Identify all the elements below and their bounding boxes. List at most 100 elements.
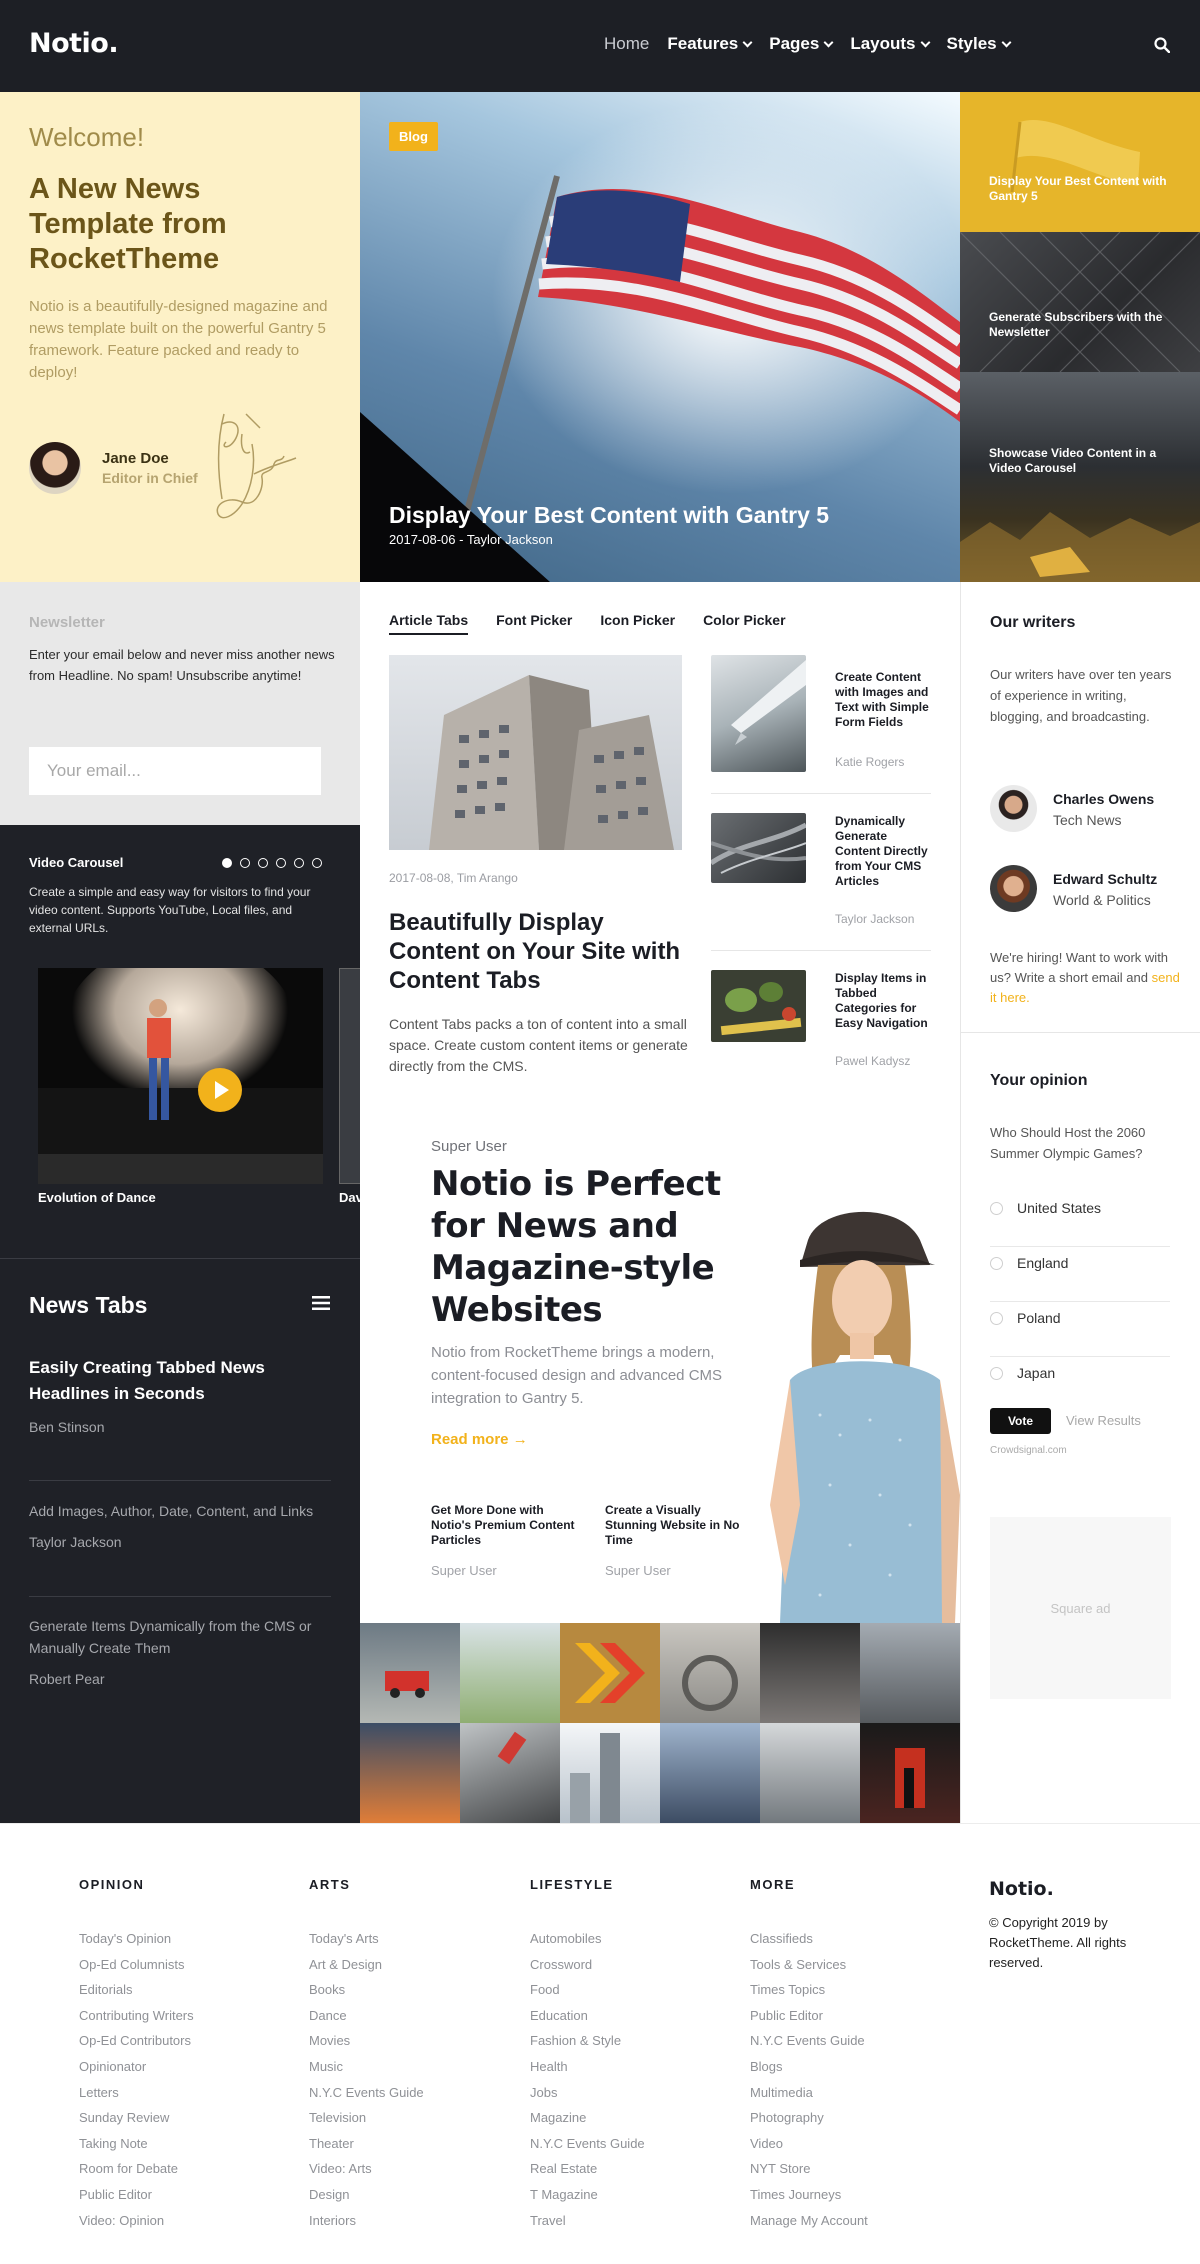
article-list-title[interactable]: Dynamically Generate Content Directly fr… [835,814,935,889]
tab-article-tabs[interactable]: Article Tabs [389,612,469,635]
gallery-photo[interactable] [860,1623,960,1723]
footer-link[interactable]: Letters [79,2084,194,2110]
footer-link[interactable]: Public Editor [79,2186,194,2212]
footer-link[interactable]: Video: Arts [309,2160,424,2186]
footer-link[interactable]: T Magazine [530,2186,645,2212]
footer-link[interactable]: Theater [309,2135,424,2161]
footer-link[interactable]: Today's Arts [309,1930,424,1956]
gallery-photo[interactable] [760,1623,860,1723]
site-logo[interactable]: Notio. [29,28,119,59]
article-list-title[interactable]: Create Content with Images and Text with… [835,670,935,730]
news-tab-item[interactable]: Add Images, Author, Date, Content, and L… [29,1500,329,1550]
footer-link[interactable]: N.Y.C Events Guide [750,2032,868,2058]
news-tab-title[interactable]: Generate Items Dynamically from the CMS … [29,1615,329,1659]
footer-link[interactable]: Classifieds [750,1930,868,1956]
tab-icon-picker[interactable]: Icon Picker [600,612,675,635]
footer-link[interactable]: Taking Note [79,2135,194,2161]
footer-link[interactable]: Op-Ed Contributors [79,2032,194,2058]
footer-link[interactable]: Jobs [530,2084,645,2110]
gallery-photo[interactable] [760,1723,860,1823]
play-button[interactable] [198,1068,242,1112]
footer-link[interactable]: Design [309,2186,424,2212]
writer-name[interactable]: Charles Owens [1053,791,1154,807]
hero-title[interactable]: Display Your Best Content with Gantry 5 [389,502,829,529]
gallery-photo[interactable] [660,1623,760,1723]
video-caption-next[interactable]: Dav [339,1190,360,1205]
article-list-item[interactable]: Create Content with Images and Text with… [711,655,931,785]
footer-link[interactable]: Contributing Writers [79,2007,194,2033]
footer-link[interactable]: Music [309,2058,424,2084]
video-thumbnail-next[interactable] [339,968,360,1184]
news-tab-item[interactable]: Easily Creating Tabbed News Headlines in… [29,1355,329,1435]
article-list-item[interactable]: Dynamically Generate Content Directly fr… [711,813,931,943]
poll-option[interactable]: England [990,1247,1170,1302]
email-field[interactable] [29,747,321,795]
article-title[interactable]: Beautifully Display Content on Your Site… [389,908,689,995]
footer-link[interactable]: Room for Debate [79,2160,194,2186]
gallery-photo[interactable] [660,1723,760,1823]
gallery-photo[interactable] [560,1623,660,1723]
footer-link[interactable]: Interiors [309,2212,424,2238]
vote-button[interactable]: Vote [990,1408,1051,1434]
footer-link[interactable]: Multimedia [750,2084,868,2110]
gallery-photo[interactable] [560,1723,660,1823]
particle-title[interactable]: Create a Visually Stunning Website in No… [605,1503,755,1548]
footer-link[interactable]: Tools & Services [750,1956,868,1982]
footer-link[interactable]: Travel [530,2212,645,2238]
footer-link[interactable]: Health [530,2058,645,2084]
gallery-photo[interactable] [460,1723,560,1823]
category-tag[interactable]: Blog [389,122,438,151]
footer-link[interactable]: Editorials [79,1981,194,2007]
footer-link[interactable]: Public Editor [750,2007,868,2033]
particle-title[interactable]: Get More Done with Notio's Premium Conte… [431,1503,581,1548]
radio-button[interactable] [990,1367,1003,1380]
side-card[interactable]: Showcase Video Content in a Video Carous… [960,372,1200,582]
footer-link[interactable]: Education [530,2007,645,2033]
view-results-link[interactable]: View Results [1066,1413,1141,1428]
video-caption[interactable]: Evolution of Dance [38,1190,156,1205]
footer-link[interactable]: NYT Store [750,2160,868,2186]
carousel-dot[interactable] [222,858,232,868]
carousel-dot[interactable] [312,858,322,868]
footer-link[interactable]: Magazine [530,2109,645,2135]
side-card[interactable]: Generate Subscribers with the Newsletter [960,232,1200,372]
nav-features[interactable]: Features [667,34,753,54]
article-list-title[interactable]: Display Items in Tabbed Categories for E… [835,971,935,1031]
radio-button[interactable] [990,1312,1003,1325]
footer-link[interactable]: Blogs [750,2058,868,2084]
gallery-photo[interactable] [460,1623,560,1723]
side-card[interactable]: Display Your Best Content with Gantry 5 [960,92,1200,232]
nav-home[interactable]: Home [604,34,649,54]
carousel-dot[interactable] [258,858,268,868]
search-icon[interactable] [1154,37,1170,53]
gallery-photo[interactable] [360,1723,460,1823]
tab-color-picker[interactable]: Color Picker [703,612,785,635]
carousel-dot[interactable] [276,858,286,868]
square-ad[interactable]: Square ad [990,1517,1171,1699]
article-list-item[interactable]: Display Items in Tabbed Categories for E… [711,970,931,1080]
nav-pages[interactable]: Pages [769,34,834,54]
news-tab-item[interactable]: Generate Items Dynamically from the CMS … [29,1615,329,1687]
gallery-photo[interactable] [860,1723,960,1823]
footer-link[interactable]: Fashion & Style [530,2032,645,2058]
footer-link[interactable]: Books [309,1981,424,2007]
poll-option[interactable]: Japan [990,1357,1170,1412]
footer-link[interactable]: Times Topics [750,1981,868,2007]
footer-link[interactable]: N.Y.C Events Guide [309,2084,424,2110]
footer-link[interactable]: Sunday Review [79,2109,194,2135]
promo-title[interactable]: Notio is Perfect for News and Magazine-s… [431,1163,741,1331]
writer-name[interactable]: Edward Schultz [1053,871,1157,887]
crowdsignal-link[interactable]: Crowdsignal.com [990,1445,1067,1456]
article-image[interactable] [389,655,682,850]
footer-link[interactable]: Op-Ed Columnists [79,1956,194,1982]
footer-link[interactable]: Photography [750,2109,868,2135]
news-tab-title[interactable]: Easily Creating Tabbed News Headlines in… [29,1355,329,1407]
footer-link[interactable]: N.Y.C Events Guide [530,2135,645,2161]
radio-button[interactable] [990,1202,1003,1215]
footer-link[interactable]: Video: Opinion [79,2212,194,2238]
footer-link[interactable]: Real Estate [530,2160,645,2186]
footer-link[interactable]: Food [530,1981,645,2007]
video-thumbnail[interactable] [38,968,323,1184]
footer-link[interactable]: Art & Design [309,1956,424,1982]
footer-link[interactable]: Manage My Account [750,2212,868,2238]
